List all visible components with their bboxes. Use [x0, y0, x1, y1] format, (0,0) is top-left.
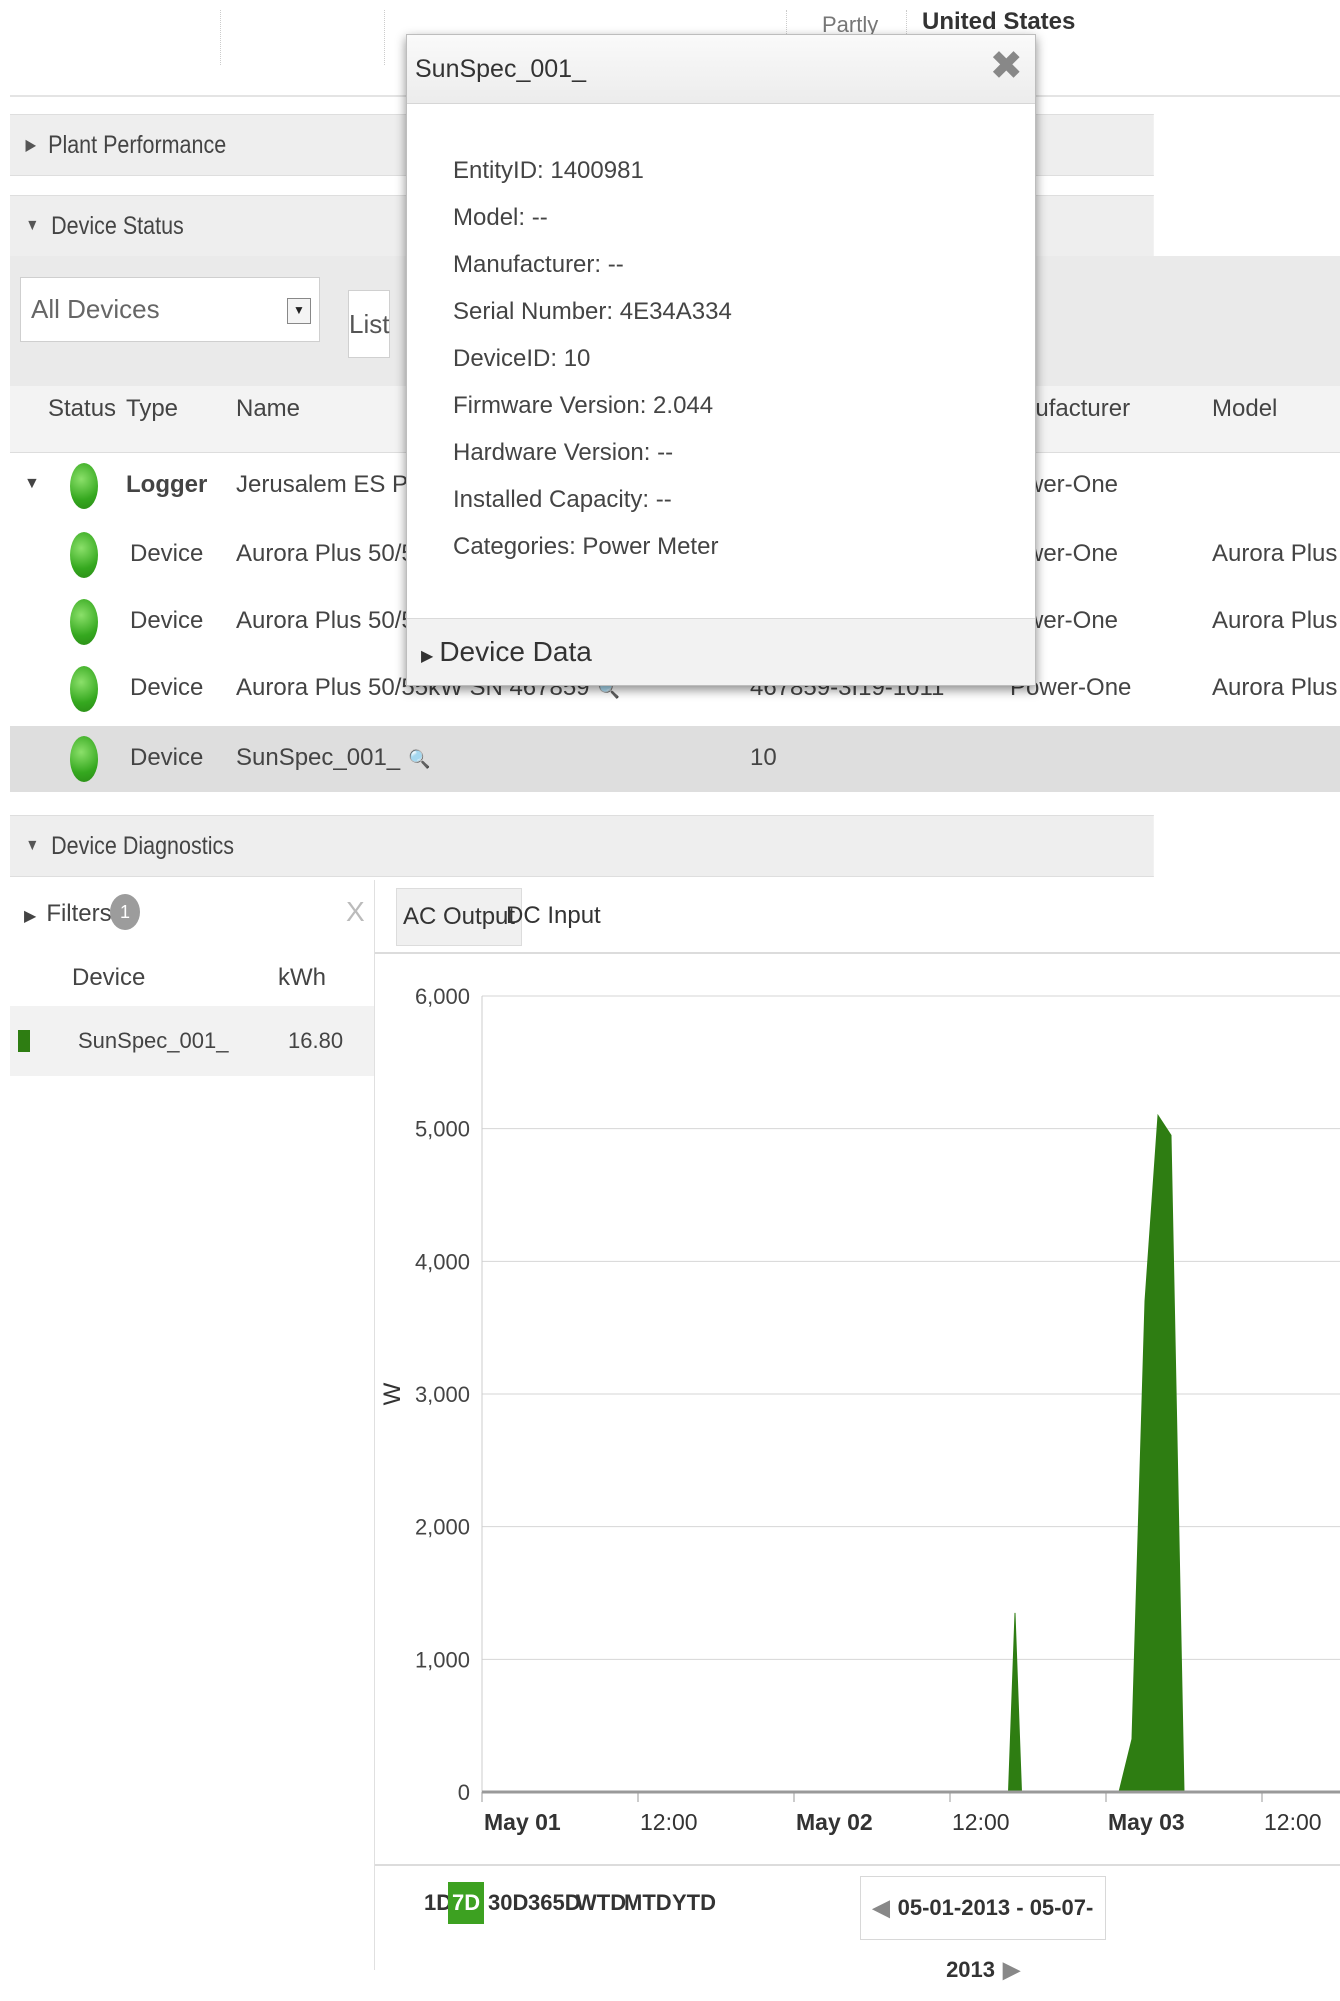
x-tick-label: May 03 — [1108, 1809, 1185, 1835]
x-tick-label: 12:00 — [640, 1809, 698, 1835]
row-manufacturer: wer-One — [1026, 540, 1119, 567]
y-tick-label: 4,000 — [415, 1249, 470, 1274]
prev-arrow-icon[interactable]: ◀ — [873, 1895, 890, 1920]
expand-arrow-icon: ▶ — [421, 648, 434, 665]
column-manufacturer[interactable]: nufacturer — [1022, 395, 1130, 423]
row-type: Device — [130, 744, 204, 771]
categories: Categories: Power Meter — [453, 533, 719, 560]
x-tick-label: 12:00 — [1264, 1809, 1322, 1835]
filters-toggle[interactable]: ▶ Filters — [24, 900, 112, 928]
device-filter-select[interactable]: All Devices ▼ — [20, 277, 320, 342]
next-arrow-icon[interactable]: ▶ — [1003, 1957, 1020, 1982]
list-view-button[interactable]: List — [348, 290, 390, 358]
select-value: All Devices — [31, 294, 160, 324]
tab-dc-input[interactable]: DC Input — [500, 888, 607, 944]
x-tick-label: May 01 — [484, 1809, 561, 1835]
row-manufacturer: wer-One — [1026, 607, 1119, 634]
kwh-column-header: kWh — [278, 964, 326, 991]
row-type: Device — [130, 540, 204, 567]
close-icon[interactable]: ✖ — [989, 43, 1023, 89]
section-title: Plant Performance — [48, 130, 227, 159]
status-ok-icon — [70, 532, 98, 578]
section-title: Device Status — [51, 211, 184, 240]
firmware-version: Firmware Version: 2.044 — [453, 392, 714, 419]
entity-id: EntityID: 1400981 — [453, 157, 644, 184]
row-name-text: SunSpec_001_ — [236, 744, 401, 771]
device-details-popup: SunSpec_001_ ✖ EntityID: 1400981 Model: … — [406, 34, 1036, 686]
divider — [220, 10, 221, 65]
device-diagnostics-header[interactable]: ▼ Device Diagnostics — [10, 815, 1154, 877]
manufacturer: Manufacturer: -- — [453, 251, 624, 278]
y-tick-label: 3,000 — [415, 1382, 470, 1407]
divider — [384, 10, 385, 65]
search-icon[interactable]: 🔍 — [408, 749, 430, 769]
row-manufacturer: wer-One — [1026, 471, 1119, 498]
row-model: Aurora Plus mod — [1212, 540, 1340, 567]
collapse-arrow-icon[interactable]: ▼ — [24, 475, 40, 493]
status-ok-icon — [70, 736, 98, 782]
y-tick-label: 0 — [458, 1780, 470, 1805]
serial-number: Serial Number: 4E34A334 — [453, 298, 732, 325]
filters-panel: ▶ Filters 1 X Device kWh SunSpec_001_ 16.… — [10, 880, 375, 1970]
collapse-arrow-icon: ▼ — [25, 217, 40, 234]
date-range-picker[interactable]: ◀ 05-01-2013 - 05-07-2013 ▶ — [860, 1876, 1106, 1982]
device-id: DeviceID: 10 — [453, 345, 591, 372]
y-tick-label: 5,000 — [415, 1117, 470, 1142]
range-365d[interactable]: 365D — [528, 1890, 581, 1916]
installed-capacity: Installed Capacity: -- — [453, 486, 672, 513]
y-axis-title: W — [379, 1382, 406, 1405]
country-label: United States — [922, 8, 1076, 35]
range-7d[interactable]: 7D — [448, 1882, 485, 1924]
column-name[interactable]: Name — [236, 395, 300, 423]
filters-label: Filters — [46, 900, 112, 927]
y-tick-label: 1,000 — [415, 1647, 470, 1672]
chart-footer-divider — [375, 1864, 1340, 1866]
table-row-selected[interactable]: Device SunSpec_001_ 🔍 10 — [10, 726, 1340, 792]
series-area — [482, 1113, 1340, 1793]
row-model: Aurora Plus mod — [1212, 607, 1340, 634]
row-model: Aurora Plus mod — [1212, 674, 1340, 701]
range-30d[interactable]: 30D — [488, 1890, 528, 1916]
row-serial: 10 — [750, 744, 777, 771]
y-tick-label: 6,000 — [415, 984, 470, 1009]
dropdown-arrow-icon[interactable]: ▼ — [287, 298, 311, 324]
clear-filters-button[interactable]: X — [346, 896, 365, 928]
x-tick-label: 12:00 — [952, 1809, 1010, 1835]
x-tick-label: May 02 — [796, 1809, 873, 1835]
row-type: Logger — [126, 471, 208, 498]
device-column-header: Device — [72, 964, 146, 991]
row-type: Device — [130, 674, 204, 701]
device-row-name: SunSpec_001_ — [78, 1028, 229, 1053]
date-range-text: 05-01-2013 - 05-07-2013 — [897, 1895, 1094, 1982]
power-chart: 0 1,000 2,000 3,000 4,000 5,000 6,000 W May 01 12… — [379, 984, 1340, 1835]
device-data-toggle[interactable]: ▶ Device Data — [407, 618, 1035, 685]
status-ok-icon — [70, 599, 98, 645]
series-color-swatch — [18, 1030, 30, 1052]
status-ok-icon — [70, 666, 98, 712]
column-model[interactable]: Model — [1212, 395, 1277, 423]
popup-header: SunSpec_001_ ✖ — [407, 35, 1035, 104]
range-wtd[interactable]: WTD — [576, 1890, 626, 1916]
popup-title: SunSpec_001_ — [415, 55, 586, 83]
collapse-arrow-icon: ▼ — [25, 837, 40, 854]
row-name[interactable]: SunSpec_001_ 🔍 — [236, 744, 431, 772]
range-ytd[interactable]: YTD — [672, 1890, 716, 1916]
y-tick-label: 2,000 — [415, 1515, 470, 1540]
column-type[interactable]: Type — [126, 395, 178, 423]
column-status[interactable]: Status — [48, 395, 116, 423]
model: Model: -- — [453, 204, 548, 231]
hardware-version: Hardware Version: -- — [453, 439, 674, 466]
filters-count-badge: 1 — [110, 894, 140, 930]
expand-arrow-icon: ▶ — [25, 137, 37, 154]
device-row-kwh: 16.80 — [288, 1028, 344, 1053]
range-mtd[interactable]: MTD — [624, 1890, 672, 1916]
device-data-label: Device Data — [439, 636, 592, 667]
tabs-divider — [375, 952, 1340, 954]
section-title: Device Diagnostics — [51, 831, 234, 860]
row-type: Device — [130, 607, 204, 634]
status-ok-icon — [70, 463, 98, 509]
expand-arrow-icon: ▶ — [24, 908, 37, 925]
device-row[interactable]: SunSpec_001_ 16.80 — [10, 1006, 374, 1076]
